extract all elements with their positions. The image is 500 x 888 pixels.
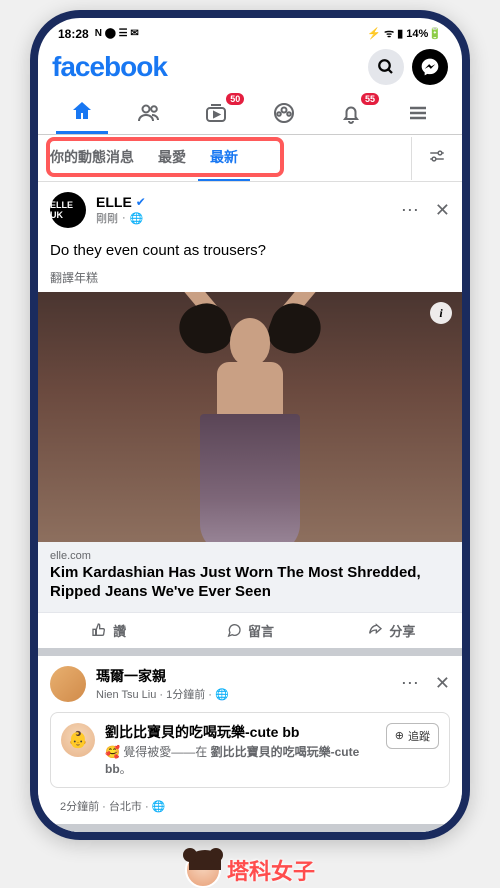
post-author[interactable]: 瑪爾一家親 <box>96 666 229 686</box>
post-image[interactable]: i <box>38 292 462 542</box>
feed-tab-news[interactable]: 你的動態消息 <box>38 135 146 181</box>
share-icon <box>367 622 383 638</box>
tab-home[interactable] <box>56 91 108 134</box>
main-nav-tabs: 50 55 <box>38 91 462 135</box>
post-avatar[interactable]: ELLE UK <box>50 192 86 228</box>
plus-icon: ⊕ <box>395 729 404 742</box>
feed-tabs-row: 你的動態消息 最愛 最新 <box>38 135 462 182</box>
post-more-button[interactable]: ⋯ <box>401 200 419 221</box>
status-right: ⚡ ᯤ ▮ 14%🔋 <box>367 26 442 41</box>
comment-button[interactable]: 留言 <box>179 613 320 648</box>
shared-card[interactable]: 👶 劉比比寶貝的吃喝玩樂-cute bb 🥰 覺得被愛——在 劉比比寶貝的吃喝玩… <box>50 712 450 788</box>
notifications-badge: 55 <box>361 93 379 105</box>
link-title: Kim Kardashian Has Just Worn The Most Sh… <box>50 564 450 602</box>
groups-icon <box>272 101 296 125</box>
feed-tab-recent[interactable]: 最新 <box>198 135 250 181</box>
thumbs-up-icon <box>91 622 107 638</box>
feed-tab-favorites[interactable]: 最愛 <box>146 135 198 181</box>
tab-notifications[interactable]: 55 <box>325 93 377 133</box>
sliders-icon <box>428 147 446 165</box>
app-header: facebook <box>38 45 462 91</box>
menu-icon <box>406 101 430 125</box>
follow-button[interactable]: ⊕ 追蹤 <box>386 723 439 749</box>
tab-menu[interactable] <box>392 93 444 133</box>
status-bar: 18:28 N ⬤ ☰ ✉ ⚡ ᯤ ▮ 14%🔋 <box>38 18 462 45</box>
share-button[interactable]: 分享 <box>321 613 462 648</box>
image-info-button[interactable]: i <box>430 302 452 324</box>
verified-icon: ✔ <box>136 195 146 209</box>
home-icon <box>70 99 94 123</box>
search-button[interactable] <box>368 49 404 85</box>
post: 瑪爾一家親 Nien Tsu Liu · 1分鐘前 · 🌐 ⋯ ✕ 👶 劉比比寶… <box>38 656 462 832</box>
like-button[interactable]: 讚 <box>38 613 179 648</box>
comment-icon <box>226 622 242 638</box>
link-card[interactable]: elle.com Kim Kardashian Has Just Worn Th… <box>38 542 462 612</box>
post-author[interactable]: ELLE <box>96 194 132 210</box>
screen: 18:28 N ⬤ ☰ ✉ ⚡ ᯤ ▮ 14%🔋 facebook <box>38 18 462 832</box>
status-indicators: N ⬤ ☰ ✉ <box>95 28 139 39</box>
messenger-icon <box>420 57 440 77</box>
tab-friends[interactable] <box>123 93 175 133</box>
post-more-button[interactable]: ⋯ <box>401 673 419 694</box>
tab-watch[interactable]: 50 <box>190 93 242 133</box>
post-close-button[interactable]: ✕ <box>435 200 450 221</box>
shared-avatar: 👶 <box>61 723 95 757</box>
post-text: Do they even count as trousers? <box>38 238 462 269</box>
post-time: 剛剛 <box>96 210 118 226</box>
shared-meta: 2分鐘前 · 台北市 · 🌐 <box>38 798 462 824</box>
link-domain: elle.com <box>50 550 450 562</box>
messenger-button[interactable] <box>412 49 448 85</box>
shared-title: 劉比比寶貝的吃喝玩樂-cute bb <box>105 723 379 741</box>
status-time: 18:28 <box>58 27 89 41</box>
privacy-icon: 🌐 <box>130 212 144 225</box>
watch-icon <box>204 101 228 125</box>
watch-badge: 50 <box>226 93 244 105</box>
translate-link[interactable]: 翻譯年糕 <box>38 269 462 292</box>
watermark: 塔科女子 <box>185 852 315 888</box>
post-avatar[interactable] <box>50 666 86 702</box>
post-meta: Nien Tsu Liu · 1分鐘前 · 🌐 <box>96 686 229 702</box>
bell-icon <box>339 101 363 125</box>
post: ELLE UK ELLE ✔ 剛剛 · 🌐 <box>38 182 462 656</box>
post-close-button[interactable]: ✕ <box>435 673 450 694</box>
search-icon <box>377 58 395 76</box>
facebook-logo[interactable]: facebook <box>52 51 167 83</box>
feed-settings-button[interactable] <box>411 137 462 180</box>
watermark-text: 塔科女子 <box>227 854 315 886</box>
tab-groups[interactable] <box>258 93 310 133</box>
watermark-avatar <box>185 852 221 888</box>
phone-frame: 18:28 N ⬤ ☰ ✉ ⚡ ᯤ ▮ 14%🔋 facebook <box>30 10 470 840</box>
friends-icon <box>137 101 161 125</box>
shared-subtitle: 🥰 覺得被愛——在 劉比比寶貝的吃喝玩樂-cute bb。 <box>105 743 379 777</box>
